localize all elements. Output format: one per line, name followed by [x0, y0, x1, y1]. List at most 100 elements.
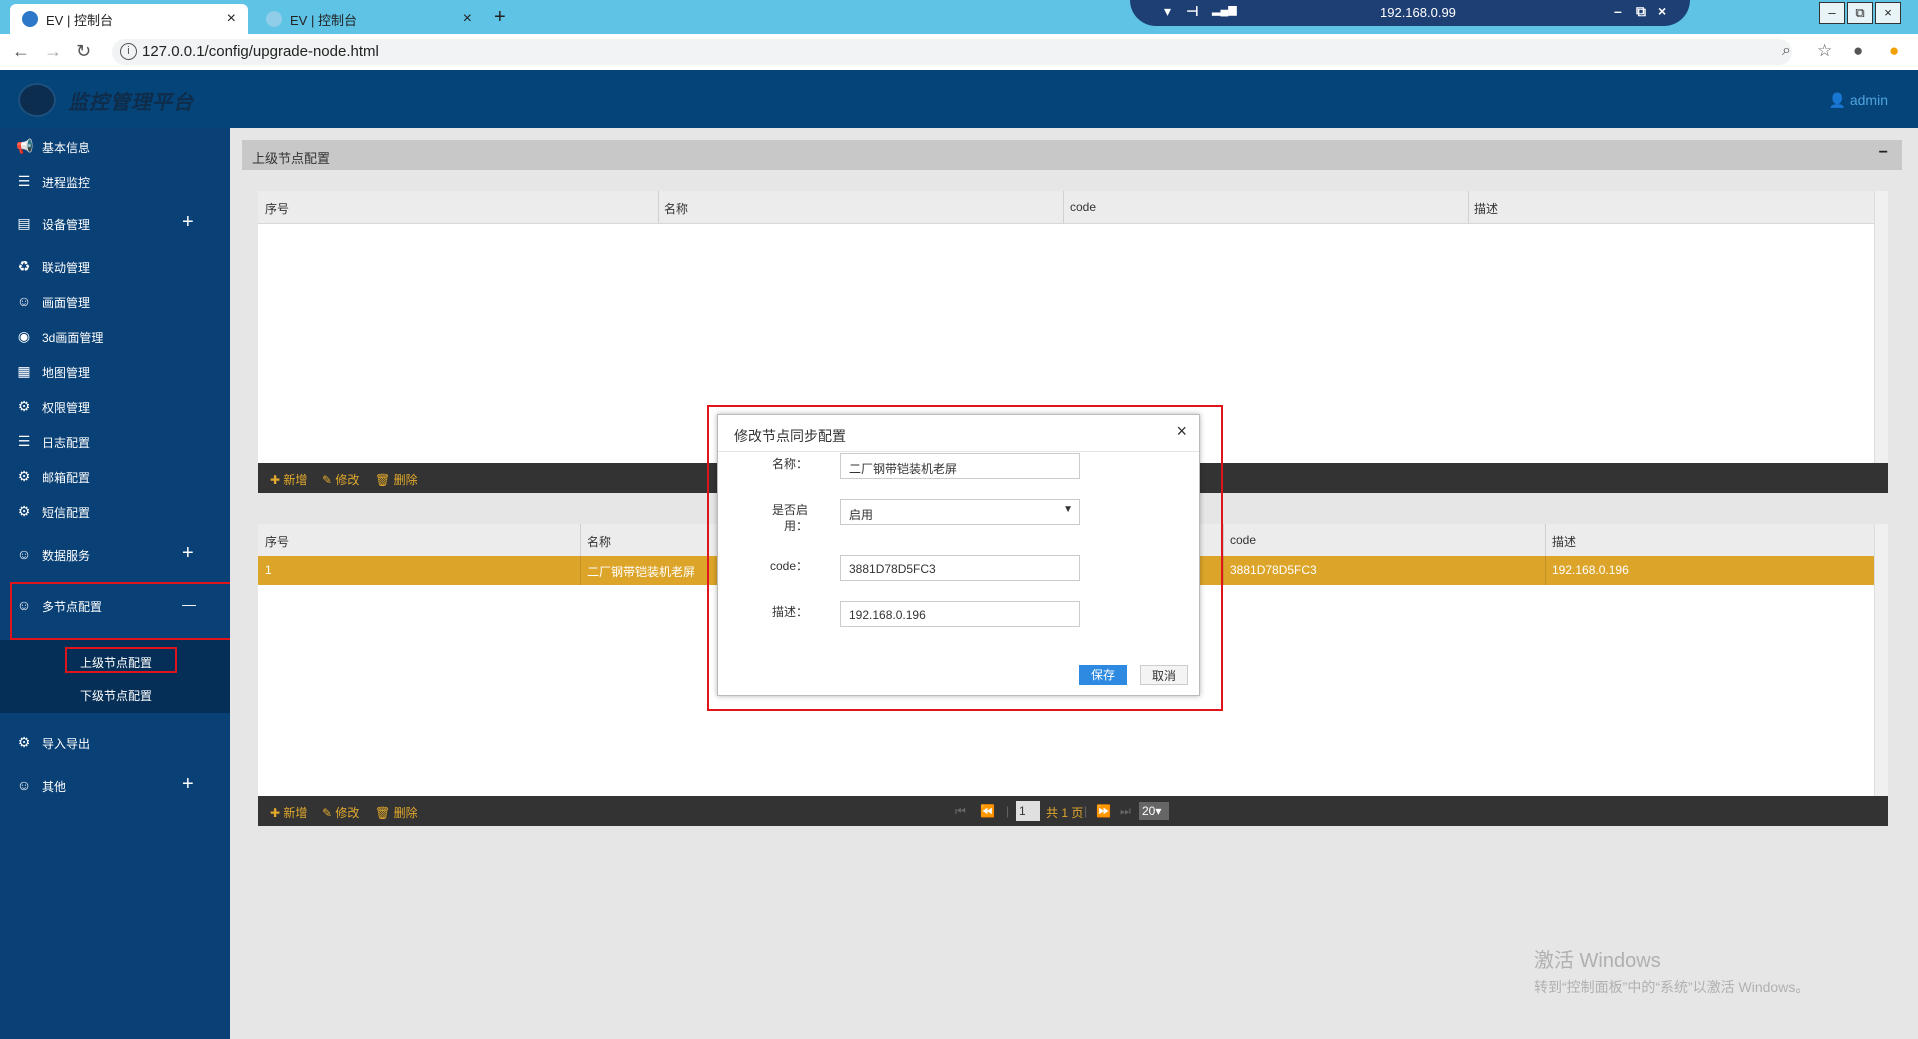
enabled-label-line2: 用： — [783, 519, 808, 533]
bookmark-star-icon[interactable]: ☆ — [1817, 41, 1832, 61]
name-field[interactable]: 二厂钢带铠装机老屏 — [840, 453, 1080, 479]
dialog-header: 修改节点同步配置 × — [718, 415, 1199, 452]
sidebar-item-label: 其他 — [42, 780, 67, 794]
edit-button[interactable]: ✎ 修改 — [322, 804, 359, 821]
sidebar-item-log-config[interactable]: ☰ 日志配置 — [0, 426, 230, 456]
column-header: 名称 — [664, 202, 689, 216]
ev-favicon-icon — [22, 11, 38, 27]
minimize-icon[interactable]: – — [1614, 3, 1622, 19]
signal-icon: ▂▄▆ — [1212, 4, 1237, 16]
sidebar-item-process-monitor[interactable]: ☰ 进程监控 — [0, 166, 230, 196]
sidebar-item-label: 联动管理 — [42, 261, 91, 275]
sidebar-item-screen[interactable]: ☺ 画面管理 — [0, 286, 230, 316]
enabled-label-line1: 是否启 — [771, 503, 808, 517]
back-arrow-icon[interactable]: ← — [12, 41, 30, 62]
page-size-select[interactable]: 20▾ — [1139, 802, 1169, 820]
page-number-input[interactable]: 1 — [1016, 801, 1040, 821]
last-page-icon[interactable]: ⏭ — [1120, 804, 1131, 819]
sidebar-item-label: 进程监控 — [42, 176, 91, 190]
edit-button[interactable]: ✎ 修改 — [322, 471, 359, 488]
extension-icon[interactable]: ● — [1889, 41, 1899, 61]
address-bar-row: ← → ↻ i 127.0.0.1/config/upgrade-node.ht… — [0, 34, 1918, 71]
sidebar-item-label: 导入导出 — [42, 737, 91, 751]
sidebar-item-basic-info[interactable]: 📢 基本信息 — [0, 131, 230, 161]
zoom-icon[interactable]: ⌕ — [1782, 42, 1791, 60]
window-minimize-button[interactable]: – — [1819, 2, 1845, 24]
next-page-icon[interactable]: ⏩ — [1096, 804, 1111, 818]
sidebar-item-label: 地图管理 — [42, 366, 91, 380]
sidebar-item-label: 权限管理 — [42, 401, 91, 415]
window-close-button[interactable]: × — [1875, 2, 1901, 24]
add-button[interactable]: ✚ 新增 — [270, 804, 307, 821]
tab-title: EV | 控制台 — [290, 12, 357, 28]
expand-plus-icon[interactable]: + — [182, 773, 194, 796]
browser-tab-active[interactable]: EV | 控制台 × — [10, 4, 248, 34]
save-button[interactable]: 保存 — [1079, 665, 1127, 685]
sidebar-item-device-management[interactable]: ▤ 设备管理 + — [0, 208, 230, 238]
first-page-icon[interactable]: ⏮ — [955, 804, 966, 819]
megaphone-icon: 📢 — [16, 138, 34, 154]
cancel-button[interactable]: 取消 — [1140, 665, 1188, 685]
sidebar-item-import-export[interactable]: ⚙ 导入导出 — [0, 727, 230, 757]
gear-icon: ⚙ — [17, 468, 31, 484]
gear-icon: ⚙ — [17, 398, 31, 414]
restore-icon[interactable]: ⧉ — [1636, 3, 1646, 20]
sidebar-item-sms-config[interactable]: ⚙ 短信配置 — [0, 496, 230, 526]
new-tab-plus-icon[interactable]: + — [494, 6, 506, 29]
forward-arrow-icon[interactable]: → — [44, 41, 62, 62]
url-text: 127.0.0.1/config/upgrade-node.html — [142, 43, 379, 60]
delete-button[interactable]: 🗑 删除 — [375, 471, 418, 488]
column-header: 描述 — [1474, 202, 1499, 216]
tab-close-icon[interactable]: × — [463, 10, 472, 28]
briefcase-icon: ▤ — [17, 215, 31, 231]
enabled-select-value: 启用 — [849, 508, 874, 522]
enabled-select[interactable]: 启用 ▼ — [840, 499, 1080, 525]
sidebar-item-permissions[interactable]: ⚙ 权限管理 — [0, 391, 230, 421]
name-label: 名称： — [771, 457, 808, 471]
grid-scrollbar[interactable] — [1874, 191, 1888, 463]
sidebar-item-label: 画面管理 — [42, 296, 91, 310]
info-icon[interactable]: i — [120, 43, 137, 60]
server-icon: ☰ — [17, 173, 31, 189]
expand-plus-icon[interactable]: + — [182, 542, 194, 565]
browser-tab[interactable]: EV | 控制台 × — [254, 4, 484, 34]
collapse-icon[interactable]: − — [1879, 144, 1888, 162]
windows-activation-watermark: 激活 Windows 转到“控制面板”中的“系统”以激活 Windows。 — [1534, 944, 1809, 997]
watermark-line2: 转到“控制面板”中的“系统”以激活 Windows。 — [1534, 979, 1810, 995]
prev-page-icon[interactable]: ⏪ — [980, 804, 995, 818]
cell-index: 1 — [265, 563, 272, 577]
recycle-icon: ♻ — [17, 258, 31, 274]
dropdown-icon[interactable]: ▾ — [1164, 3, 1171, 20]
close-icon[interactable]: × — [1658, 3, 1666, 19]
cell-name: 二厂钢带铠装机老屏 — [587, 565, 696, 579]
grid-scrollbar[interactable] — [1874, 524, 1888, 796]
code-field[interactable]: 3881D78D5FC3 — [840, 555, 1080, 581]
sidebar-item-data-service[interactable]: ☺ 数据服务 + — [0, 539, 230, 569]
pin-icon[interactable]: ⊣ — [1186, 3, 1199, 20]
profile-icon[interactable]: ● — [1853, 41, 1863, 61]
sidebar-item-3d-screen[interactable]: ◉ 3d画面管理 — [0, 321, 230, 351]
close-icon[interactable]: × — [1176, 421, 1187, 442]
sidebar-item-map[interactable]: ▦ 地图管理 — [0, 356, 230, 386]
annotation-box — [10, 582, 239, 640]
sidebar-item-label: 邮箱配置 — [42, 471, 91, 485]
reload-icon[interactable]: ↻ — [76, 41, 91, 62]
tab-title: EV | 控制台 — [46, 12, 113, 28]
sidebar-item-email-config[interactable]: ⚙ 邮箱配置 — [0, 461, 230, 491]
sidebar-item-label: 数据服务 — [42, 549, 91, 563]
window-restore-button[interactable]: ⧉ — [1847, 2, 1873, 24]
tab-close-icon[interactable]: × — [227, 10, 236, 28]
app-title: 监控管理平台 — [68, 92, 194, 114]
cell-desc: 192.168.0.196 — [1552, 563, 1629, 577]
submenu-item-downstream-node[interactable]: 下级节点配置 — [80, 687, 152, 704]
delete-button[interactable]: 🗑 删除 — [375, 804, 418, 821]
add-button[interactable]: ✚ 新增 — [270, 471, 307, 488]
expand-plus-icon[interactable]: + — [182, 211, 194, 234]
url-field[interactable]: i 127.0.0.1/config/upgrade-node.html ⌕ — [112, 39, 1792, 65]
sidebar-item-linkage[interactable]: ♻ 联动管理 — [0, 251, 230, 281]
column-header: 序号 — [265, 535, 290, 549]
sidebar-item-other[interactable]: ☺ 其他 + — [0, 770, 230, 800]
desc-field[interactable]: 192.168.0.196 — [840, 601, 1080, 627]
user-menu[interactable]: 👤 admin — [1829, 92, 1888, 109]
server-icon: ☰ — [17, 433, 31, 449]
